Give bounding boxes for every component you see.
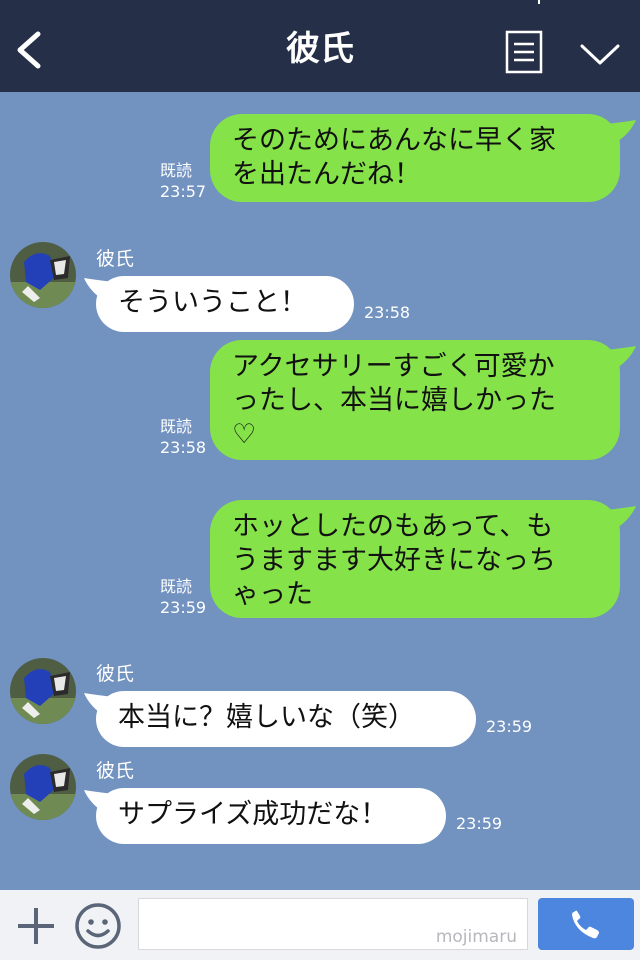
message-line: ったし、本当に嬉しかった [232,385,556,416]
call-button[interactable] [538,898,634,950]
avatar[interactable] [10,242,76,308]
message-line: を出たんだね！ [232,159,421,190]
message-bubble[interactable]: アクセサリーすごく可愛か ったし、本当に嬉しかった ♡ [210,340,620,460]
message-time: 23:57 [160,182,207,201]
message-input[interactable]: mojimaru [138,898,528,950]
message-time: 23:59 [456,814,503,833]
sender-name: 彼氏 [96,663,135,685]
avatar[interactable] [10,658,76,724]
message-line: ♡ [232,419,257,450]
message-text: サプライズ成功だな！ [118,799,388,830]
list-menu-icon [505,30,543,74]
message-meta: 既読 23:59 [160,576,206,618]
message-bubble[interactable]: 本当に？嬉しいな（笑） [96,691,476,747]
sender-name: 彼氏 [96,760,135,782]
message-time: 23:59 [486,717,533,736]
emoji-button[interactable] [74,902,122,950]
message-bubble[interactable]: そのためにあんなに早く家 を出たんだね！ [210,114,620,202]
message-line: うますます大好きになっち [232,545,556,576]
bubble-tail [606,346,636,370]
message-line: そのためにあんなに早く家 [232,125,556,156]
expand-button[interactable] [576,36,624,72]
avatar[interactable] [10,754,76,820]
sender-name: 彼氏 [96,248,135,270]
message-text: 本当に？嬉しいな（笑） [118,702,415,733]
message-bubble[interactable]: そういうこと！ [96,276,354,332]
chat-messages[interactable]: 既読 23:57 そのためにあんなに早く家 を出たんだね！ 彼氏 そういうこと！… [0,92,640,890]
add-button[interactable] [14,904,58,948]
chat-title: 彼氏 [286,29,354,69]
message-line: ゃった [232,579,313,610]
message-bubble[interactable]: ホッとしたのもあって、も うますます大好きになっち ゃった [210,500,620,618]
message-time: 23:58 [160,438,207,457]
phone-icon [572,910,599,939]
chat-header: 彼氏 [0,0,640,92]
status-indicator [538,0,540,4]
message-line: ホッとしたのもあって、も [232,511,554,542]
message-meta: 既読 23:57 [160,160,206,202]
read-receipt: 既読 [160,161,193,180]
avatar-photo [10,658,76,724]
read-receipt: 既読 [160,577,193,596]
plus-icon [18,908,54,944]
bubble-tail [606,120,636,144]
chevron-down-icon [580,44,620,65]
message-meta: 既読 23:58 [160,416,206,458]
avatar-photo [10,754,76,820]
input-bar: mojimaru [0,890,640,960]
menu-button[interactable] [504,30,544,74]
message-line: アクセサリーすごく可愛か [232,351,555,382]
bubble-tail [606,506,636,530]
message-time: 23:58 [364,303,411,322]
message-time: 23:59 [160,598,207,617]
message-bubble[interactable]: サプライズ成功だな！ [96,788,446,844]
message-text: そういうこと！ [118,287,307,318]
smiley-icon [75,903,121,949]
watermark: mojimaru [435,927,517,947]
read-receipt: 既読 [160,417,193,436]
avatar-photo [10,242,76,308]
